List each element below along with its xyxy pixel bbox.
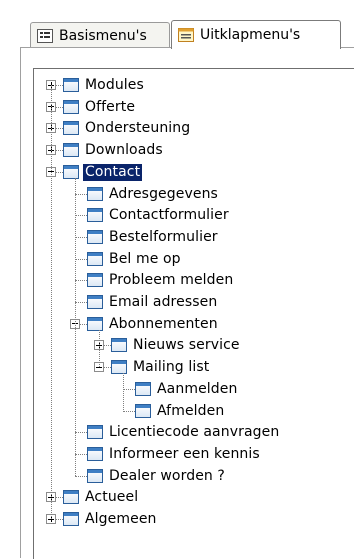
tree-item-label: Aanmelden	[157, 380, 238, 397]
tree-item[interactable]: Bel me op	[107, 249, 183, 270]
tab-uitklapmenus[interactable]: Uitklapmenu's	[171, 20, 341, 49]
tree-item-label: Afmelden	[157, 402, 225, 419]
tree-item-label: Actueel	[85, 489, 139, 506]
tree-item-label: Contact	[81, 162, 144, 182]
page-icon	[87, 468, 103, 483]
tree-item[interactable]: Informeer een kennis	[107, 444, 262, 465]
tab-uitklapmenus-label: Uitklapmenu's	[200, 27, 301, 43]
page-icon	[108, 358, 127, 375]
tree-item-label: Ondersteuning	[85, 120, 191, 137]
page-icon	[84, 314, 103, 331]
tree-connector	[123, 373, 125, 411]
tree-item[interactable]: Offerte	[83, 97, 137, 118]
page-icon	[87, 295, 103, 309]
page-icon	[60, 162, 79, 179]
tree-item-label: Offerte	[85, 98, 136, 115]
page-icon	[60, 488, 79, 505]
tree-item[interactable]: Abonnementen	[107, 314, 220, 335]
tree-connector	[75, 177, 77, 476]
tree-item-label: Adresgegevens	[109, 185, 218, 202]
tree-item[interactable]: Aanmelden	[155, 379, 239, 400]
page-icon	[60, 76, 79, 92]
tree-item[interactable]: Ondersteuning	[83, 118, 192, 139]
page-icon	[60, 97, 79, 114]
tree-item-label: Downloads	[85, 142, 163, 159]
tree-item[interactable]: Afmelden	[155, 401, 226, 422]
tab-basismenus[interactable]: Basismenu's	[30, 22, 170, 48]
page-icon	[108, 336, 127, 353]
tree-item-label: Nieuws service	[133, 337, 240, 354]
tree-item[interactable]: Adresgegevens	[107, 184, 220, 205]
tree-item-label: Bestelformulier	[109, 228, 218, 245]
page-icon	[87, 229, 103, 244]
tree-item[interactable]: Downloads	[83, 140, 165, 161]
tree-item[interactable]: Probleem melden	[107, 270, 235, 291]
page-icon	[135, 381, 151, 396]
tree-connector	[99, 329, 101, 368]
page-icon	[87, 446, 103, 461]
tree-item-label: Probleem melden	[109, 272, 234, 289]
page-icon	[87, 425, 103, 440]
tree-item[interactable]: Email adressen	[107, 292, 219, 313]
page-icon	[60, 510, 79, 526]
tree-item-label: Bel me op	[109, 250, 181, 267]
tree-connector	[75, 475, 87, 478]
tree-item[interactable]: Mailing list	[131, 357, 211, 378]
page-icon	[60, 119, 79, 136]
tree-item-label: Abonnementen	[109, 315, 218, 332]
tree-item[interactable]: Licentiecode aanvragen	[107, 422, 281, 443]
page-icon	[60, 141, 79, 158]
tree-item[interactable]: Contactformulier	[107, 205, 231, 226]
tree-item-label: Mailing list	[133, 359, 210, 376]
tree-item-label: Email adressen	[109, 294, 218, 310]
tree-item[interactable]: Contact	[81, 162, 144, 183]
tree-item[interactable]: Algemeen	[83, 509, 159, 530]
page-icon	[87, 186, 103, 201]
page-icon	[87, 208, 103, 223]
tree-item[interactable]: Modules	[83, 75, 146, 96]
tree-item-label: Modules	[85, 77, 144, 93]
tree-item[interactable]: Nieuws service	[131, 335, 242, 356]
tree-item[interactable]: Bestelformulier	[107, 227, 220, 248]
tree-item[interactable]: Actueel	[83, 487, 140, 508]
page-icon	[87, 273, 103, 288]
tree-item-label: Contactformulier	[109, 207, 229, 224]
tree-item-label: Dealer worden ?	[109, 467, 225, 484]
page-icon	[87, 251, 103, 266]
tree-connector	[51, 85, 53, 519]
page-icon	[135, 403, 151, 418]
tree-item-label: Algemeen	[85, 511, 157, 527]
tree-item-label: Licentiecode aanvragen	[109, 424, 280, 441]
tree-item[interactable]: Dealer worden ?	[107, 466, 227, 487]
tree-connector	[123, 410, 135, 413]
tree-item-label: Informeer een kennis	[109, 445, 260, 462]
tab-basismenus-label: Basismenu's	[59, 27, 147, 44]
dropdown-menu-icon	[178, 28, 194, 42]
list-icon	[37, 28, 53, 43]
